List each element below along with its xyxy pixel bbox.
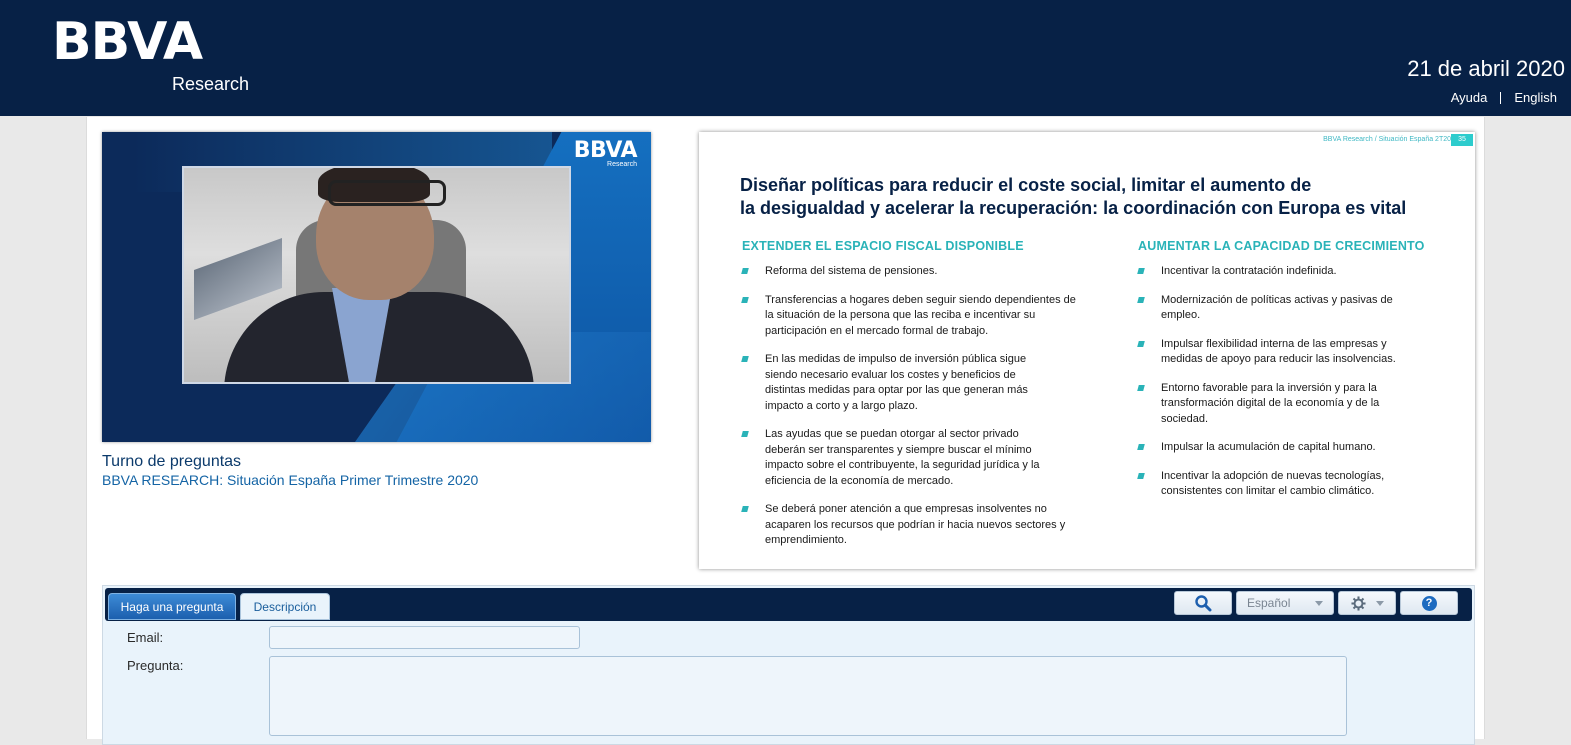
- list-item: Impulsar la acumulación de capital human…: [1137, 440, 1438, 456]
- list-item-text: Reforma del sistema de pensiones.: [765, 265, 938, 277]
- list-item: Modernización de políticas activas y pas…: [1137, 293, 1403, 324]
- list-item: Incentivar la contratación indefinida.: [1137, 264, 1438, 280]
- list-item-text: Se deberá poner atención a que empresas …: [765, 503, 1066, 546]
- question-textarea[interactable]: [269, 656, 1347, 736]
- search-icon: [1195, 595, 1212, 612]
- bullet-icon: [1137, 472, 1145, 479]
- bullet-icon: [741, 506, 749, 512]
- help-icon: ?: [1421, 595, 1437, 611]
- bbva-research-logo[interactable]: BBVA Research: [52, 12, 252, 102]
- list-item: Las ayudas que se puedan otorgar al sect…: [741, 427, 1062, 489]
- english-link[interactable]: English: [1514, 90, 1557, 105]
- list-item-text: Transferencias a hogares deben seguir si…: [765, 293, 1076, 337]
- video-player[interactable]: BBVA Research: [102, 132, 651, 442]
- logo-brand: BBVA: [52, 12, 203, 72]
- list-item-text: Incentivar la adopción de nuevas tecnolo…: [1161, 469, 1385, 498]
- list-item-text: En las medidas de impulso de inversión p…: [765, 353, 1028, 412]
- language-selected: Español: [1247, 596, 1291, 610]
- question-toolbar: Haga una pregunta Descripción Español ?: [105, 588, 1472, 621]
- gear-icon: [1350, 595, 1366, 611]
- help-button[interactable]: ?: [1400, 591, 1458, 615]
- search-button[interactable]: [1174, 591, 1232, 615]
- header-links: Ayuda English: [1451, 90, 1557, 105]
- speaker-webcam-feed: [182, 166, 571, 384]
- column-heading: AUMENTAR LA CAPACIDAD DE CRECIMIENTO: [1138, 239, 1425, 253]
- list-item-text: Incentivar la contratación indefinida.: [1161, 265, 1337, 277]
- list-item: Se deberá poner atención a que empresas …: [741, 502, 1082, 549]
- chevron-down-icon: [1315, 600, 1323, 606]
- list-item-text: Las ayudas que se puedan otorgar al sect…: [765, 428, 1040, 487]
- slide-tag: BBVA Research / Situación España 2T20: [1323, 136, 1451, 143]
- bullet-icon: [1137, 444, 1145, 450]
- list-item-text: Modernización de políticas activas y pas…: [1161, 293, 1393, 322]
- link-separator: [1500, 91, 1502, 104]
- video-logo: BBVA Research: [573, 138, 638, 168]
- list-item: Transferencias a hogares deben seguir si…: [741, 293, 1087, 340]
- question-panel: Haga una pregunta Descripción Español ? …: [102, 585, 1475, 745]
- email-label: Email:: [127, 630, 164, 645]
- list-item-text: Impulsar flexibilidad interna de las emp…: [1161, 337, 1396, 366]
- event-date: 21 de abril 2020: [1407, 56, 1565, 81]
- bullet-icon: [741, 431, 749, 437]
- site-header: BBVA Research 21 de abril 2020 Ayuda Eng…: [0, 0, 1571, 116]
- help-link[interactable]: Ayuda: [1451, 90, 1488, 105]
- presentation-slide: BBVA Research / Situación España 2T20 35…: [699, 132, 1475, 569]
- column-heading: EXTENDER EL ESPACIO FISCAL DISPONIBLE: [742, 239, 1024, 253]
- tab-ask-question[interactable]: Haga una pregunta: [108, 593, 236, 620]
- chevron-down-icon: [1375, 600, 1384, 606]
- slide-column-fiscal: EXTENDER EL ESPACIO FISCAL DISPONIBLE Re…: [741, 239, 1102, 562]
- list-item-text: Impulsar la acumulación de capital human…: [1161, 441, 1376, 453]
- bullet-icon: [1137, 268, 1145, 274]
- slide-title-line: Diseñar políticas para reducir el coste …: [740, 175, 1312, 195]
- settings-button[interactable]: [1338, 591, 1396, 615]
- email-field[interactable]: [269, 626, 580, 649]
- language-select[interactable]: Español: [1236, 591, 1334, 615]
- list-item-text: Entorno favorable para la inversión y pa…: [1161, 381, 1380, 425]
- list-item: Incentivar la adopción de nuevas tecnolo…: [1137, 469, 1418, 500]
- slide-title: Diseñar políticas para reducir el coste …: [740, 174, 1406, 220]
- video-logo-brand: BBVA: [573, 138, 638, 163]
- list-item: En las medidas de impulso de inversión p…: [741, 352, 1054, 414]
- session-title: Turno de preguntas: [102, 453, 242, 470]
- slide-column-growth: AUMENTAR LA CAPACIDAD DE CRECIMIENTO Inc…: [1137, 239, 1468, 513]
- list-item: Impulsar flexibilidad interna de las emp…: [1137, 337, 1423, 368]
- feed-speaker-glasses: [328, 180, 446, 206]
- bullet-icon: [741, 356, 749, 362]
- bullet-icon: [1137, 296, 1145, 303]
- bullet-icon: [1137, 384, 1145, 391]
- bullet-icon: [741, 296, 749, 303]
- slide-title-line: la desigualdad y acelerar la recuperació…: [740, 198, 1407, 218]
- tab-description[interactable]: Descripción: [240, 593, 330, 620]
- bullet-icon: [741, 268, 749, 274]
- list-item: Entorno favorable para la inversión y pa…: [1137, 381, 1388, 428]
- session-subtitle: BBVA RESEARCH: Situación España Primer T…: [102, 472, 479, 488]
- question-label: Pregunta:: [127, 658, 184, 673]
- slide-page-number: 35: [1451, 134, 1473, 146]
- main-content: BBVA Research Turno de preguntas BBVA RE…: [86, 117, 1485, 745]
- list-item: Reforma del sistema de pensiones.: [741, 264, 1042, 280]
- bullet-icon: [1137, 340, 1145, 347]
- logo-subtitle: Research: [172, 74, 250, 94]
